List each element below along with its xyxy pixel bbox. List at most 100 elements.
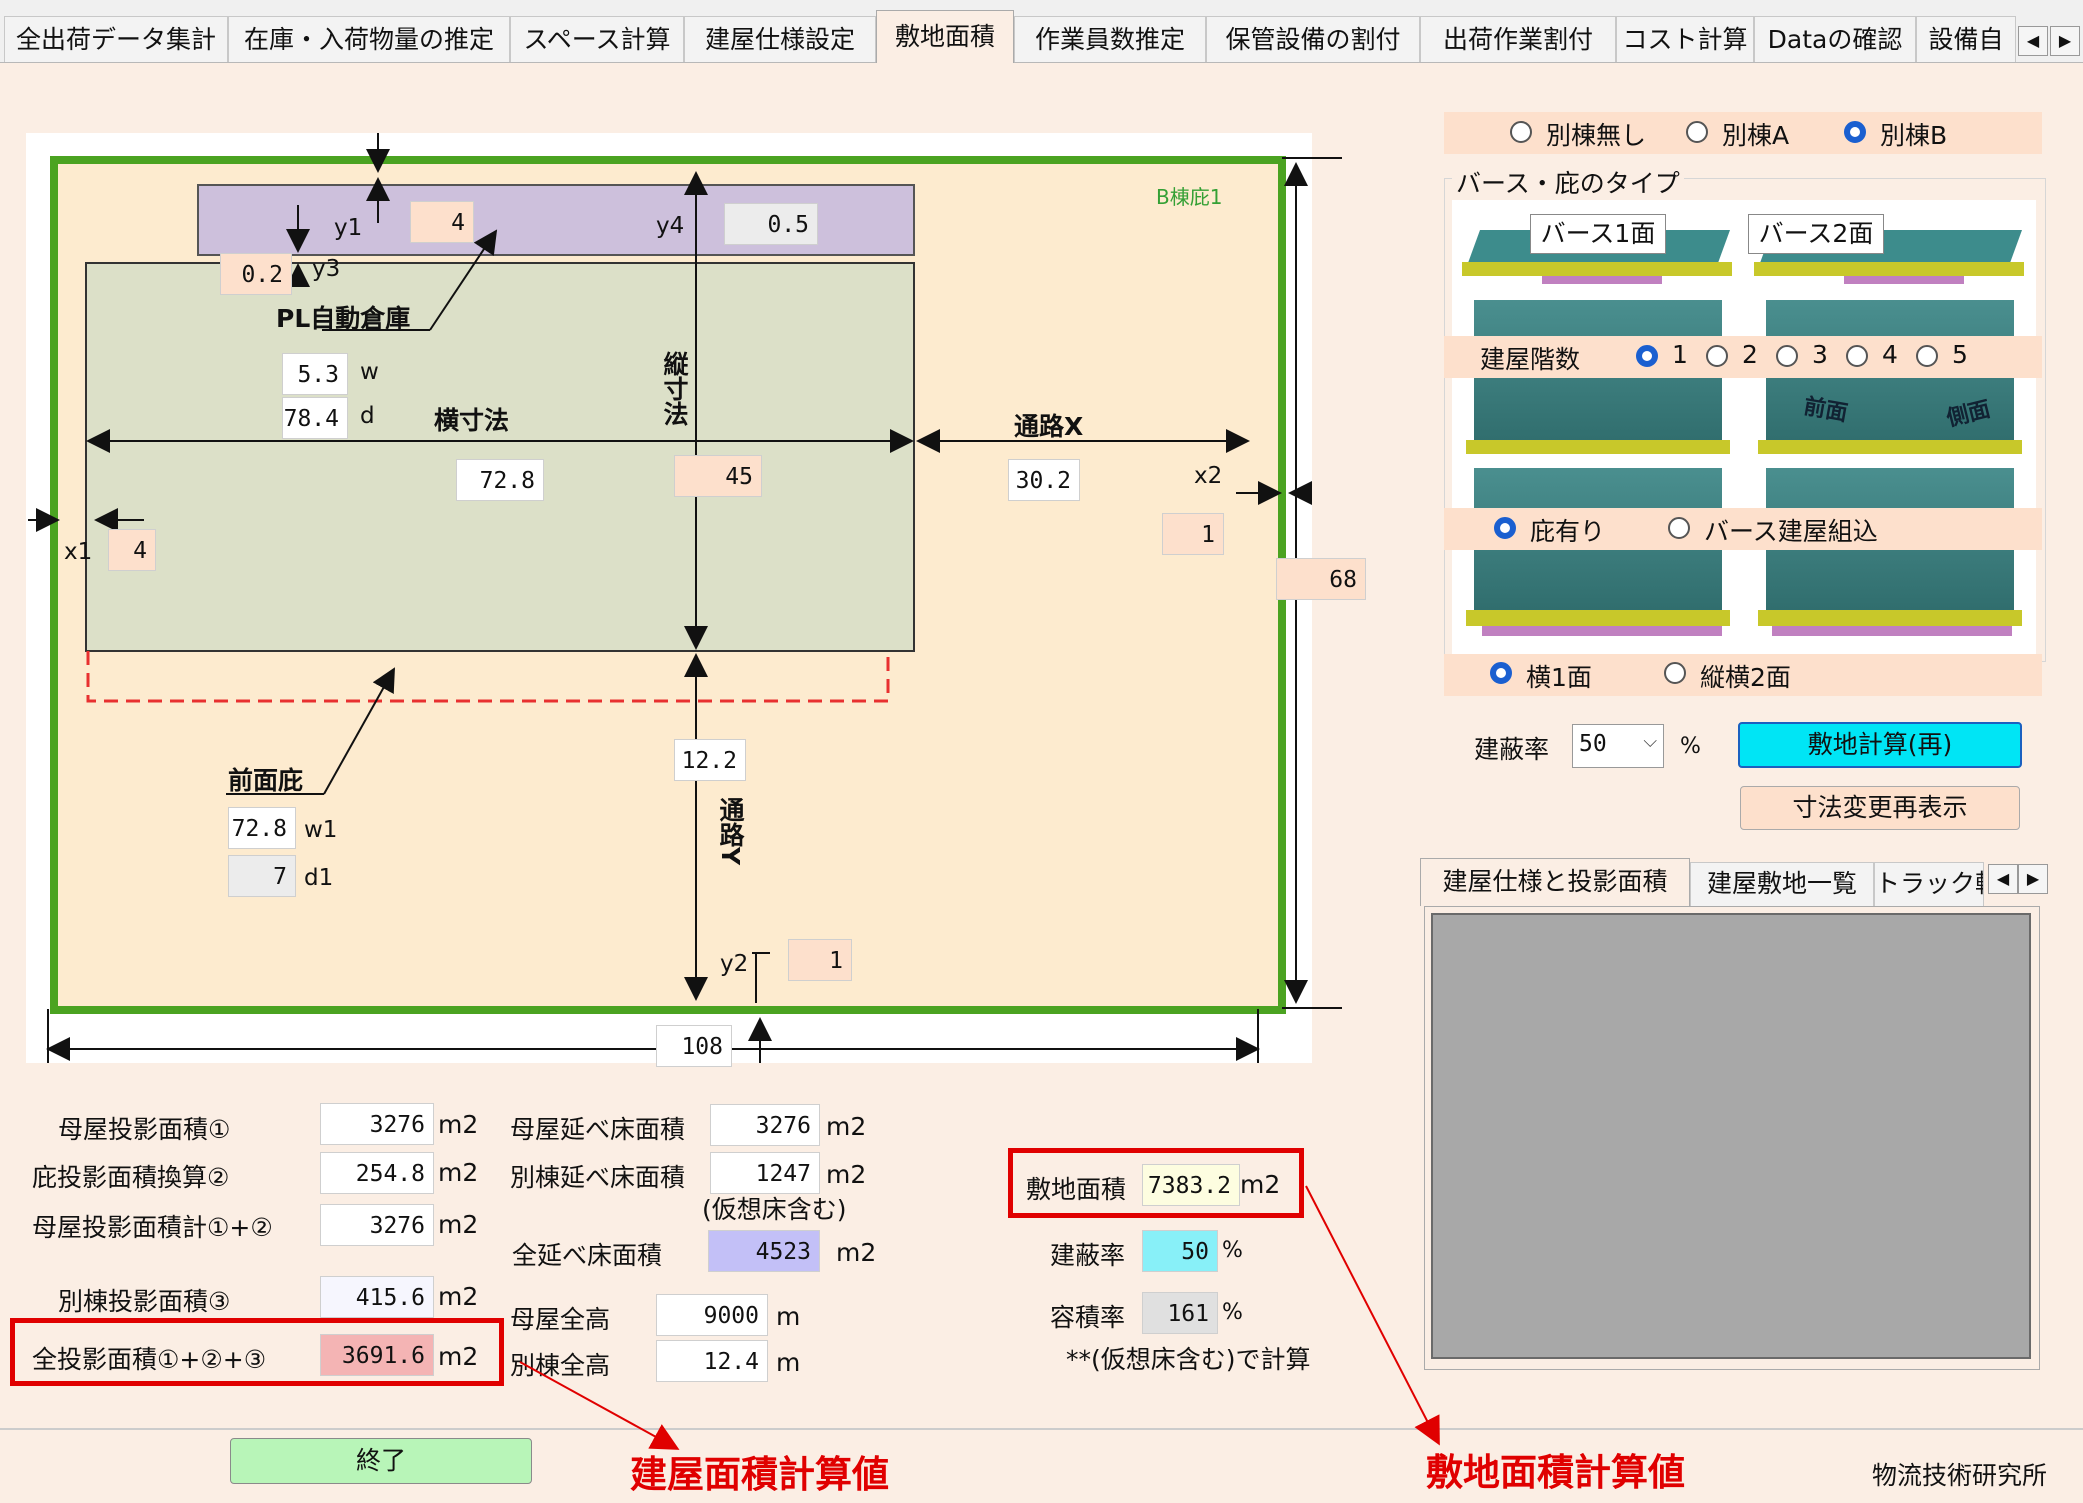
y3-field[interactable]: 0.2 xyxy=(220,253,292,295)
y1-field[interactable]: 4 xyxy=(410,201,474,243)
pl-auto-warehouse-label: PL自動倉庫 xyxy=(276,304,411,333)
two-face-label: 縦横2面 xyxy=(1700,663,1791,692)
unit-m2-9: m2 xyxy=(1240,1170,1281,1199)
coverage-ratio-select[interactable]: 50 ⌵ xyxy=(1572,724,1664,768)
tab-equipment[interactable]: 設備自 xyxy=(1916,16,2016,62)
annex-projection-field[interactable]: 415.6 xyxy=(320,1276,434,1318)
main-total-projection-field[interactable]: 3276 xyxy=(320,1204,434,1246)
floor-1-radio[interactable] xyxy=(1636,345,1658,367)
berth-integrated-label: バース建屋組込 xyxy=(1704,517,1878,546)
main-floor-area-field[interactable]: 3276 xyxy=(710,1104,820,1146)
building-area-annotation: 建屋面積計算値 xyxy=(630,1453,889,1496)
annex-floor-area-field[interactable]: 1247 xyxy=(710,1152,820,1194)
x2-label: x2 xyxy=(1194,463,1223,489)
passage-y-field[interactable]: 12.2 xyxy=(674,739,746,781)
overall-width-field[interactable]: 108 xyxy=(656,1025,732,1067)
subtab-truck[interactable]: トラック軌 xyxy=(1874,862,1984,906)
eave-yes-label: 庇有り xyxy=(1530,517,1606,546)
tab-data-check[interactable]: Dataの確認 xyxy=(1754,16,1916,62)
site-calc-button[interactable]: 敷地計算(再) xyxy=(1738,722,2022,768)
passage-x-field[interactable]: 30.2 xyxy=(1008,459,1080,501)
main-projection-label: 母屋投影面積① xyxy=(58,1115,231,1144)
floor-2-radio[interactable] xyxy=(1706,345,1728,367)
tab-site-area[interactable]: 敷地面積 xyxy=(876,10,1014,63)
floor-3-radio[interactable] xyxy=(1776,345,1798,367)
total-floor-area-field[interactable]: 4523 xyxy=(708,1230,820,1272)
tab-scroll-left-icon[interactable]: ◀ xyxy=(2018,26,2048,56)
virtual-floor-note: (仮想床含む) xyxy=(702,1195,847,1224)
tab-cost-calc[interactable]: コスト計算 xyxy=(1616,16,1754,62)
d-field[interactable]: 78.4 xyxy=(282,397,348,439)
site-area-field[interactable]: 7383.2 xyxy=(1142,1164,1240,1206)
unit-m2-2: m2 xyxy=(438,1158,479,1187)
floors-label: 建屋階数 xyxy=(1480,345,1581,374)
floor-area-ratio-field[interactable]: 161 xyxy=(1142,1292,1218,1334)
end-button[interactable]: 終了 xyxy=(230,1438,532,1484)
y4-field[interactable]: 0.5 xyxy=(724,203,818,245)
main-height-label: 母屋全高 xyxy=(510,1305,611,1334)
y3-label: y3 xyxy=(312,256,341,282)
unit-m2-7: m2 xyxy=(826,1160,867,1189)
annex-height-label: 別棟全高 xyxy=(510,1351,611,1380)
subtab-scroll-left-icon[interactable]: ◀ xyxy=(1988,864,2018,894)
unit-m-2: m xyxy=(776,1348,801,1377)
site-area-annotation: 敷地面積計算値 xyxy=(1426,1451,1685,1494)
total-projection-field[interactable]: 3691.6 xyxy=(320,1334,434,1376)
w1-field[interactable]: 72.8 xyxy=(228,807,296,849)
tab-space-calc[interactable]: スペース計算 xyxy=(510,16,684,62)
w-field[interactable]: 5.3 xyxy=(282,353,348,395)
annex-a-radio[interactable] xyxy=(1686,121,1708,143)
two-face-radio[interactable] xyxy=(1664,662,1686,684)
tab-bar: 全出荷データ集計 在庫・入荷物量の推定 スペース計算 建屋仕様設定 敷地面積 作… xyxy=(0,0,2083,63)
tab-inventory-estimate[interactable]: 在庫・入荷物量の推定 xyxy=(228,16,510,62)
floor-4-radio[interactable] xyxy=(1846,345,1868,367)
main-building xyxy=(85,262,915,652)
unit-m2-4: m2 xyxy=(438,1282,479,1311)
unit-pct-1: % xyxy=(1222,1238,1243,1263)
y1-label: y1 xyxy=(334,215,363,241)
x1-label: x1 xyxy=(64,539,93,565)
one-face-radio[interactable] xyxy=(1490,662,1512,684)
result-coverage-field[interactable]: 50 xyxy=(1142,1230,1218,1272)
subtab-building-spec[interactable]: 建屋仕様と投影面積 xyxy=(1420,858,1690,906)
annex-height-field[interactable]: 12.4 xyxy=(656,1340,768,1382)
overall-height-field[interactable]: 68 xyxy=(1276,558,1366,600)
berth-integrated-radio[interactable] xyxy=(1668,517,1690,539)
annex-b-radio[interactable] xyxy=(1844,121,1866,143)
annex-a-label: 別棟A xyxy=(1722,121,1790,150)
tab-scroll-right-icon[interactable]: ▶ xyxy=(2050,26,2080,56)
floor-area-ratio-label: 容積率 xyxy=(1050,1303,1126,1332)
x2-field[interactable]: 1 xyxy=(1162,513,1224,555)
d-label: d xyxy=(360,403,375,429)
one-face-label: 横1面 xyxy=(1526,663,1592,692)
tab-building-spec[interactable]: 建屋仕様設定 xyxy=(684,16,876,62)
subtab-building-site-list[interactable]: 建屋敷地一覧 xyxy=(1690,862,1874,906)
y4-label: y4 xyxy=(656,213,685,239)
annex-projection-label: 別棟投影面積③ xyxy=(58,1287,231,1316)
main-height-field[interactable]: 9000 xyxy=(656,1294,768,1336)
floor-3-label: 3 xyxy=(1812,340,1828,369)
tab-worker-estimate[interactable]: 作業員数推定 xyxy=(1014,16,1206,62)
d1-field[interactable]: 7 xyxy=(228,855,296,897)
berth1-label: バース1面 xyxy=(1530,214,1666,254)
floor-5-radio[interactable] xyxy=(1916,345,1938,367)
vertical-dimension-field[interactable]: 45 xyxy=(674,455,762,497)
eave-projection-field[interactable]: 254.8 xyxy=(320,1152,434,1194)
eave-yes-radio[interactable] xyxy=(1494,517,1516,539)
redisplay-button[interactable]: 寸法変更再表示 xyxy=(1740,786,2020,830)
main-floor-area-label: 母屋延べ床面積 xyxy=(510,1115,686,1144)
unit-m2-3: m2 xyxy=(438,1210,479,1239)
horizontal-dimension-field[interactable]: 72.8 xyxy=(456,459,544,501)
main-projection-field[interactable]: 3276 xyxy=(320,1103,434,1145)
tab-shipping-data[interactable]: 全出荷データ集計 xyxy=(4,16,228,62)
w1-label: w1 xyxy=(304,817,338,843)
tab-storage-allocation[interactable]: 保管設備の割付 xyxy=(1206,16,1420,62)
x1-field[interactable]: 4 xyxy=(108,529,156,571)
y2-field[interactable]: 1 xyxy=(788,939,852,981)
tab-shipping-allocation[interactable]: 出荷作業割付 xyxy=(1420,16,1616,62)
subtab-scroll-right-icon[interactable]: ▶ xyxy=(2018,864,2048,894)
total-floor-area-label: 全延べ床面積 xyxy=(512,1241,663,1270)
unit-m2-1: m2 xyxy=(438,1110,479,1139)
unit-pct-2: % xyxy=(1222,1300,1243,1325)
annex-none-radio[interactable] xyxy=(1510,121,1532,143)
